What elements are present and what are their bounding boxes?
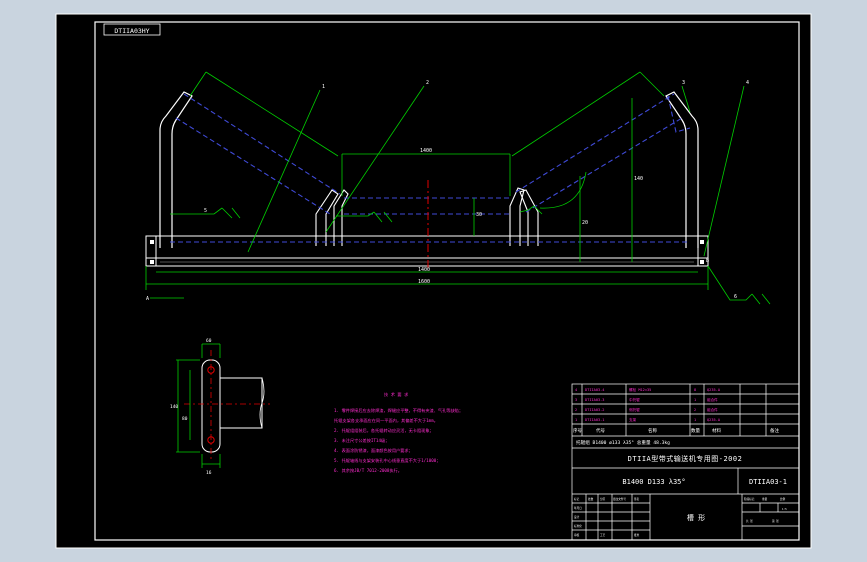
grid-sign: 签名: [634, 497, 640, 501]
part-2-qty: 1: [694, 398, 696, 402]
grid-design: 设计: [574, 515, 580, 519]
grid-review: 审核: [574, 533, 580, 537]
header-code: 代号: [596, 427, 605, 434]
corner-tag-text: DTIIA03HY: [114, 27, 149, 35]
dim-base-length: 1600: [418, 279, 430, 285]
detail-hole-dim: 16: [206, 470, 212, 476]
dim-rail-length: 1400: [418, 267, 430, 273]
drawing-number: DTIIA03-1: [749, 478, 787, 486]
callout-3: 3: [682, 80, 685, 86]
dim-roller-height: 140: [634, 176, 643, 182]
grid-sheets: 共 张: [746, 519, 753, 523]
grid-approve: 批准: [634, 533, 640, 537]
part-2-material: 组合件: [707, 397, 718, 402]
detail-width-dim: 60: [206, 338, 212, 344]
header-material: 材料: [712, 427, 721, 434]
grid-stage: 阶段标记: [744, 497, 755, 501]
notes-line-7: 6. 其余按JB/T 7012-2008执行。: [334, 467, 402, 474]
notes-line-2: 托辊支架各支承面应在同一平面内，其偏差不大于1mm。: [334, 417, 438, 424]
part-1-no: 4: [575, 388, 577, 392]
section-label-a: A: [146, 296, 149, 302]
spec-line: 托辊组 B1400 ø133 λ35° 总重量 48.3kg: [576, 439, 670, 446]
callout-2: 2: [426, 80, 429, 86]
dim-cv: 20: [582, 220, 588, 226]
part-1-qty: 8: [694, 388, 696, 392]
drawing-sheet: DTIIA03HY 1400 1400 1600 140 30 20 1 2 3…: [55, 13, 812, 549]
header-qty: 数量: [691, 427, 700, 434]
grid-count: 处数: [588, 497, 594, 501]
part-4-name: 支架: [629, 417, 637, 422]
dim-ch: 30: [476, 212, 482, 218]
part-3-code: DTIIA03-2: [585, 408, 604, 412]
part-1-code: DTIIA03-4: [585, 388, 604, 392]
dim-middle-width: 1400: [420, 148, 432, 154]
grid-scale-value: 1:5: [782, 507, 787, 511]
part-4-code: DTIIA03-1: [585, 418, 604, 422]
callout-5: 5: [204, 208, 207, 214]
grid-mark: 标记: [574, 497, 580, 501]
section-label-b: B: [706, 258, 709, 264]
grid-scale: 比例: [780, 497, 786, 501]
notes-title: 技 术 要 求: [384, 391, 409, 398]
detail-height-dim: 140: [170, 404, 178, 410]
notes-line-6: 5. 托辊轴线与支架安装孔中心线垂直度不大于1/1000；: [334, 457, 440, 464]
part-2-name: 中托辊: [629, 397, 640, 402]
part-3-no: 2: [575, 408, 577, 412]
notes-line-3: 2. 托辊组组装后，各托辊转动应灵活，无卡阻现象；: [334, 427, 434, 434]
header-note: 备注: [770, 427, 779, 434]
notes-line-1: 1. 零件焊接后应去除焊渣，焊缝应平整，不得有夹渣、气孔等缺陷；: [334, 407, 463, 414]
grid-standard: 标准化: [574, 524, 582, 528]
part-3-qty: 2: [694, 408, 696, 412]
notes-line-4: 3. 未注尺寸公差按IT14级；: [334, 437, 389, 444]
drawing-name: 槽 形: [687, 513, 705, 522]
part-1-name: 螺栓 M12×35: [629, 387, 651, 392]
part-4-material: Q235-A: [707, 418, 721, 422]
grid-weight: 重量: [762, 497, 768, 501]
part-4-qty: 1: [694, 418, 696, 422]
header-no: 序号: [573, 427, 582, 434]
grid-change-doc: 更改文件号: [613, 497, 626, 501]
grid-zone: 分区: [600, 497, 606, 501]
detail-pitch-dim: 80: [182, 416, 188, 422]
callout-4: 4: [746, 80, 749, 86]
part-4-no: 1: [575, 418, 577, 422]
callout-6: 6: [734, 294, 737, 300]
project-title: DTIIA型带式输送机专用图-2002: [628, 454, 743, 463]
part-3-material: 组合件: [707, 407, 718, 412]
part-2-code: DTIIA03-3: [585, 398, 604, 402]
grid-date: 年月日: [574, 506, 582, 510]
part-1-material: Q235-A: [707, 388, 721, 392]
grid-process: 工艺: [600, 533, 606, 537]
grid-sheet-no: 第 张: [772, 519, 779, 523]
callout-1: 1: [322, 84, 325, 90]
header-name: 名称: [648, 427, 657, 434]
part-3-name: 侧托辊: [629, 407, 640, 412]
model-label: B1400 D133 λ35°: [622, 478, 685, 486]
notes-line-5: 4. 表面涂防锈漆，面漆颜色按用户要求；: [334, 447, 413, 454]
part-2-no: 3: [575, 398, 577, 402]
